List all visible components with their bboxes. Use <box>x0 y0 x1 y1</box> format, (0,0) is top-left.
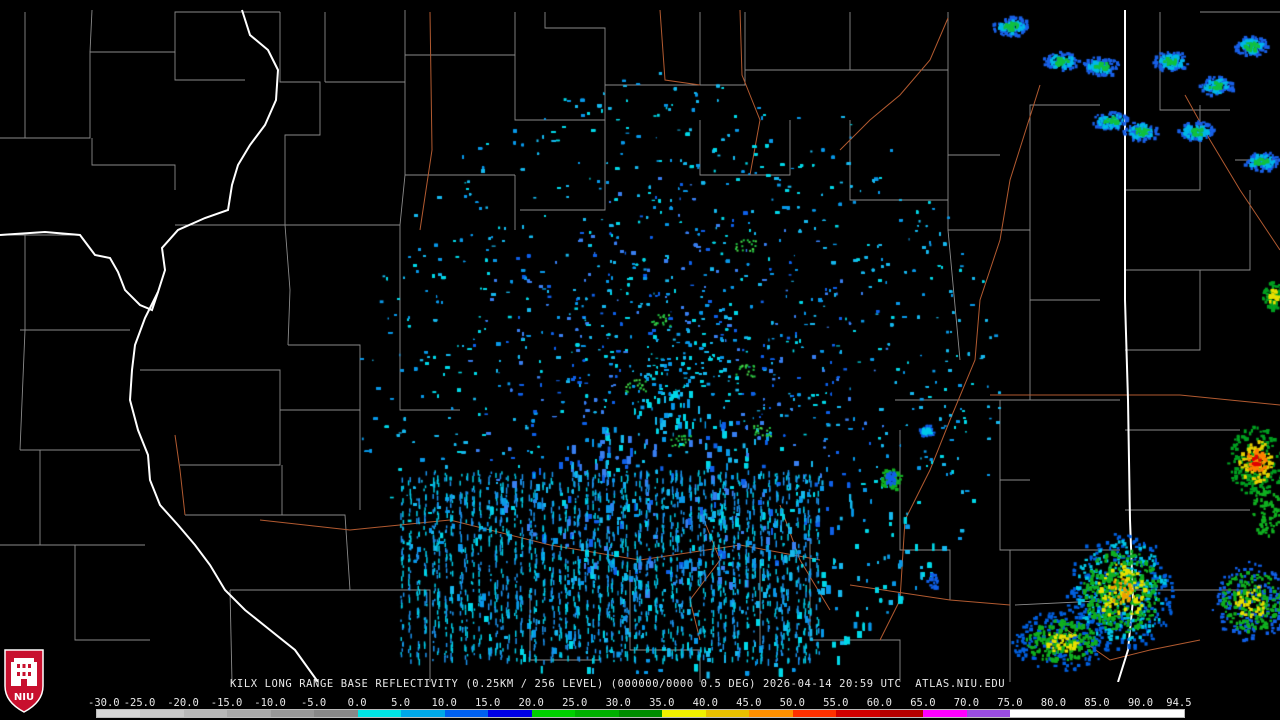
color-segment <box>444 710 489 717</box>
color-segment <box>1140 710 1185 717</box>
scale-label: 5.0 <box>391 697 411 709</box>
scale-label: 70.0 <box>953 697 980 709</box>
scale-label: 65.0 <box>910 697 936 709</box>
scale-label: 60.0 <box>866 697 893 709</box>
color-segment <box>314 710 358 717</box>
color-segment <box>749 710 793 717</box>
color-segment <box>662 710 706 717</box>
scale-label: 94.5 <box>1166 697 1192 709</box>
color-segment <box>183 710 228 717</box>
scale-label: -5.0 <box>300 697 327 709</box>
color-segment <box>227 710 271 717</box>
color-segment <box>792 710 837 717</box>
color-segment <box>836 710 880 717</box>
scale-label: -25.0 <box>123 697 156 709</box>
scale-label: 10.0 <box>431 697 457 709</box>
color-segment <box>705 710 750 717</box>
color-segment <box>140 710 184 717</box>
product-caption: KILX LONG RANGE BASE REFLECTIVITY (0.25K… <box>230 678 1006 690</box>
color-scale-bar <box>96 709 1185 718</box>
color-segment <box>401 710 445 717</box>
scale-label: 15.0 <box>475 697 501 709</box>
color-segment <box>270 710 315 717</box>
color-scale-labels: -30.0 -25.0 -20.0 -15.0 -10.0 -5.0 0.0 5.0 10.0 1… <box>88 697 1192 709</box>
color-segment <box>1097 710 1141 717</box>
color-segment <box>1053 710 1098 717</box>
color-segment <box>1010 710 1054 717</box>
color-segment <box>618 710 663 717</box>
scale-label: 45.0 <box>736 697 762 709</box>
color-segment <box>923 710 967 717</box>
scale-label: 30.0 <box>605 697 631 709</box>
radar-map <box>0 0 1280 682</box>
color-segment <box>357 710 402 717</box>
scale-label: 75.0 <box>997 697 1023 709</box>
scale-label: 85.0 <box>1084 697 1110 709</box>
reflectivity-echoes <box>0 0 1280 682</box>
scale-label: -30.0 <box>88 697 120 709</box>
scale-label: -20.0 <box>167 697 199 709</box>
svg-text:NIU: NIU <box>14 692 34 703</box>
niu-logo: NIU <box>2 646 46 716</box>
scale-label: 20.0 <box>518 697 544 709</box>
scale-label: 25.0 <box>562 697 588 709</box>
scale-label: 55.0 <box>823 697 849 709</box>
scale-label: 50.0 <box>779 697 805 709</box>
color-segment <box>575 710 619 717</box>
scale-label: -10.0 <box>254 697 286 709</box>
scale-label: -15.0 <box>210 697 243 709</box>
color-segment <box>879 710 924 717</box>
scale-label: 0.0 <box>347 697 367 709</box>
scale-label: 90.0 <box>1127 697 1154 709</box>
color-segment <box>531 710 576 717</box>
color-segment <box>97 710 141 717</box>
scale-label: 40.0 <box>692 697 718 709</box>
scale-label: 35.0 <box>649 697 675 709</box>
color-segment <box>966 710 1011 717</box>
scale-label: 80.0 <box>1040 697 1067 709</box>
color-segment <box>488 710 532 717</box>
